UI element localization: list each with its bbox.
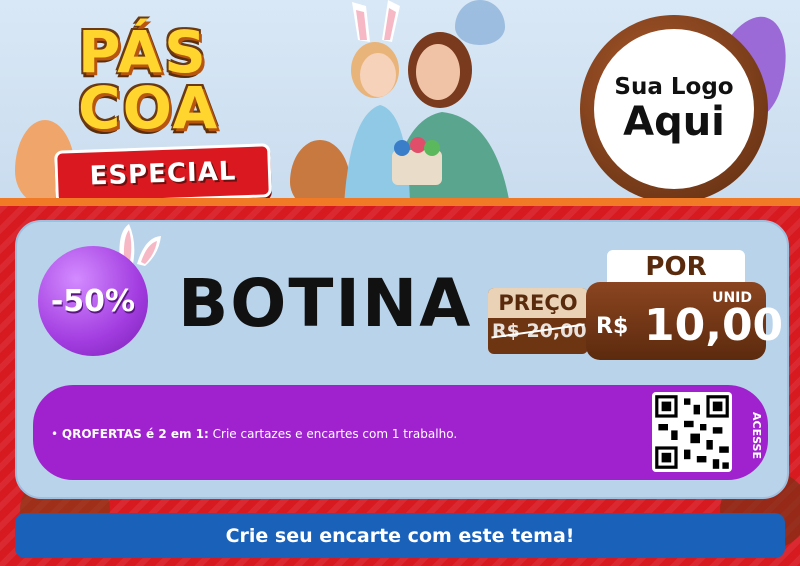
hero-photo <box>330 0 520 205</box>
especial-ribbon: ESPECIAL <box>54 143 272 205</box>
mother-daughter-illustration <box>344 0 510 205</box>
qr-code-icon <box>655 395 729 469</box>
logo-circle: Sua Logo Aqui <box>594 29 754 189</box>
old-price-label: PREÇO <box>488 288 588 318</box>
create-flyer-label: Crie seu encarte com este tema! <box>225 524 575 547</box>
pascoa-logo: PÁS COA ESPECIAL <box>40 15 272 205</box>
price-box: UNID R$ 10,00 <box>586 282 783 360</box>
price-value: 10,00 <box>644 300 784 351</box>
promo-brand: QROFERTAS é 2 em 1: <box>61 427 209 441</box>
por-label: POR <box>607 250 745 284</box>
price-currency: R$ <box>596 314 629 339</box>
qr-access-label: ACESSE <box>750 411 763 459</box>
especial-label: ESPECIAL <box>89 156 237 192</box>
promo-description: Crie cartazes e encartes com 1 trabalho. <box>208 427 458 441</box>
product-name: BOTINA <box>178 265 473 342</box>
pascoa-title-line2: COA <box>78 74 220 142</box>
qr-code[interactable] <box>652 392 732 472</box>
old-price-box: PREÇO R$ 20,00 <box>488 288 588 354</box>
create-flyer-button[interactable]: Crie seu encarte com este tema! <box>15 513 785 558</box>
logo-placeholder: Sua Logo Aqui <box>580 15 768 203</box>
pascoa-title-line1: PÁS <box>78 18 208 86</box>
logo-text-line1: Sua Logo <box>614 74 734 100</box>
discount-value: -50% <box>50 283 136 319</box>
discount-badge: -50% <box>38 246 148 356</box>
promo-text: • QROFERTAS é 2 em 1: Crie cartazes e en… <box>51 427 458 441</box>
logo-text-line2: Aqui <box>623 99 725 145</box>
